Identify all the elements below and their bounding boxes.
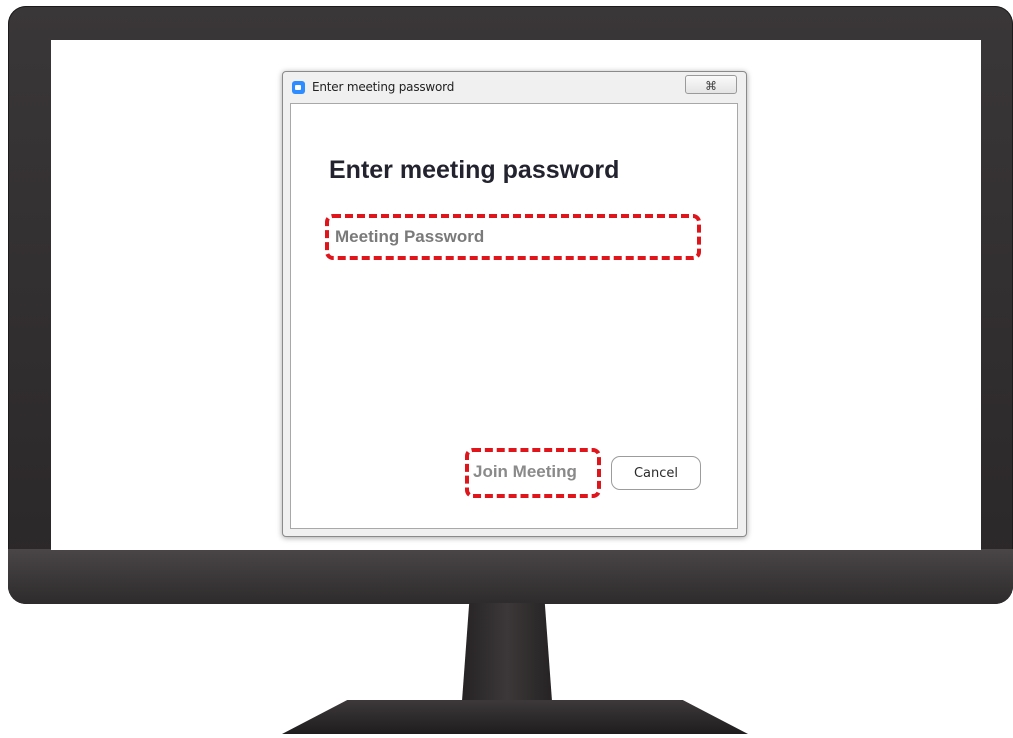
monitor-stand-base	[282, 700, 748, 734]
password-field-highlight	[325, 214, 701, 260]
dialog-heading: Enter meeting password	[329, 156, 620, 184]
illustration-stage: Enter meeting password ⌘ Enter meeting p…	[0, 0, 1013, 738]
monitor-chin	[8, 549, 1013, 604]
title-bar[interactable]: Enter meeting password ⌘	[283, 72, 746, 102]
cancel-button[interactable]: Cancel	[611, 456, 701, 490]
close-button[interactable]: ⌘	[685, 75, 737, 94]
password-dialog: Enter meeting password ⌘ Enter meeting p…	[282, 71, 747, 537]
window-title: Enter meeting password	[312, 80, 455, 94]
join-button-highlight: Join Meeting	[465, 448, 601, 498]
dialog-content: Enter meeting password Join Meeting Canc…	[290, 103, 738, 529]
join-meeting-button[interactable]: Join Meeting	[471, 458, 595, 486]
zoom-app-icon	[292, 81, 305, 94]
meeting-password-input[interactable]	[335, 222, 691, 252]
monitor-stand-neck	[462, 603, 552, 701]
close-icon: ⌘	[705, 79, 717, 93]
